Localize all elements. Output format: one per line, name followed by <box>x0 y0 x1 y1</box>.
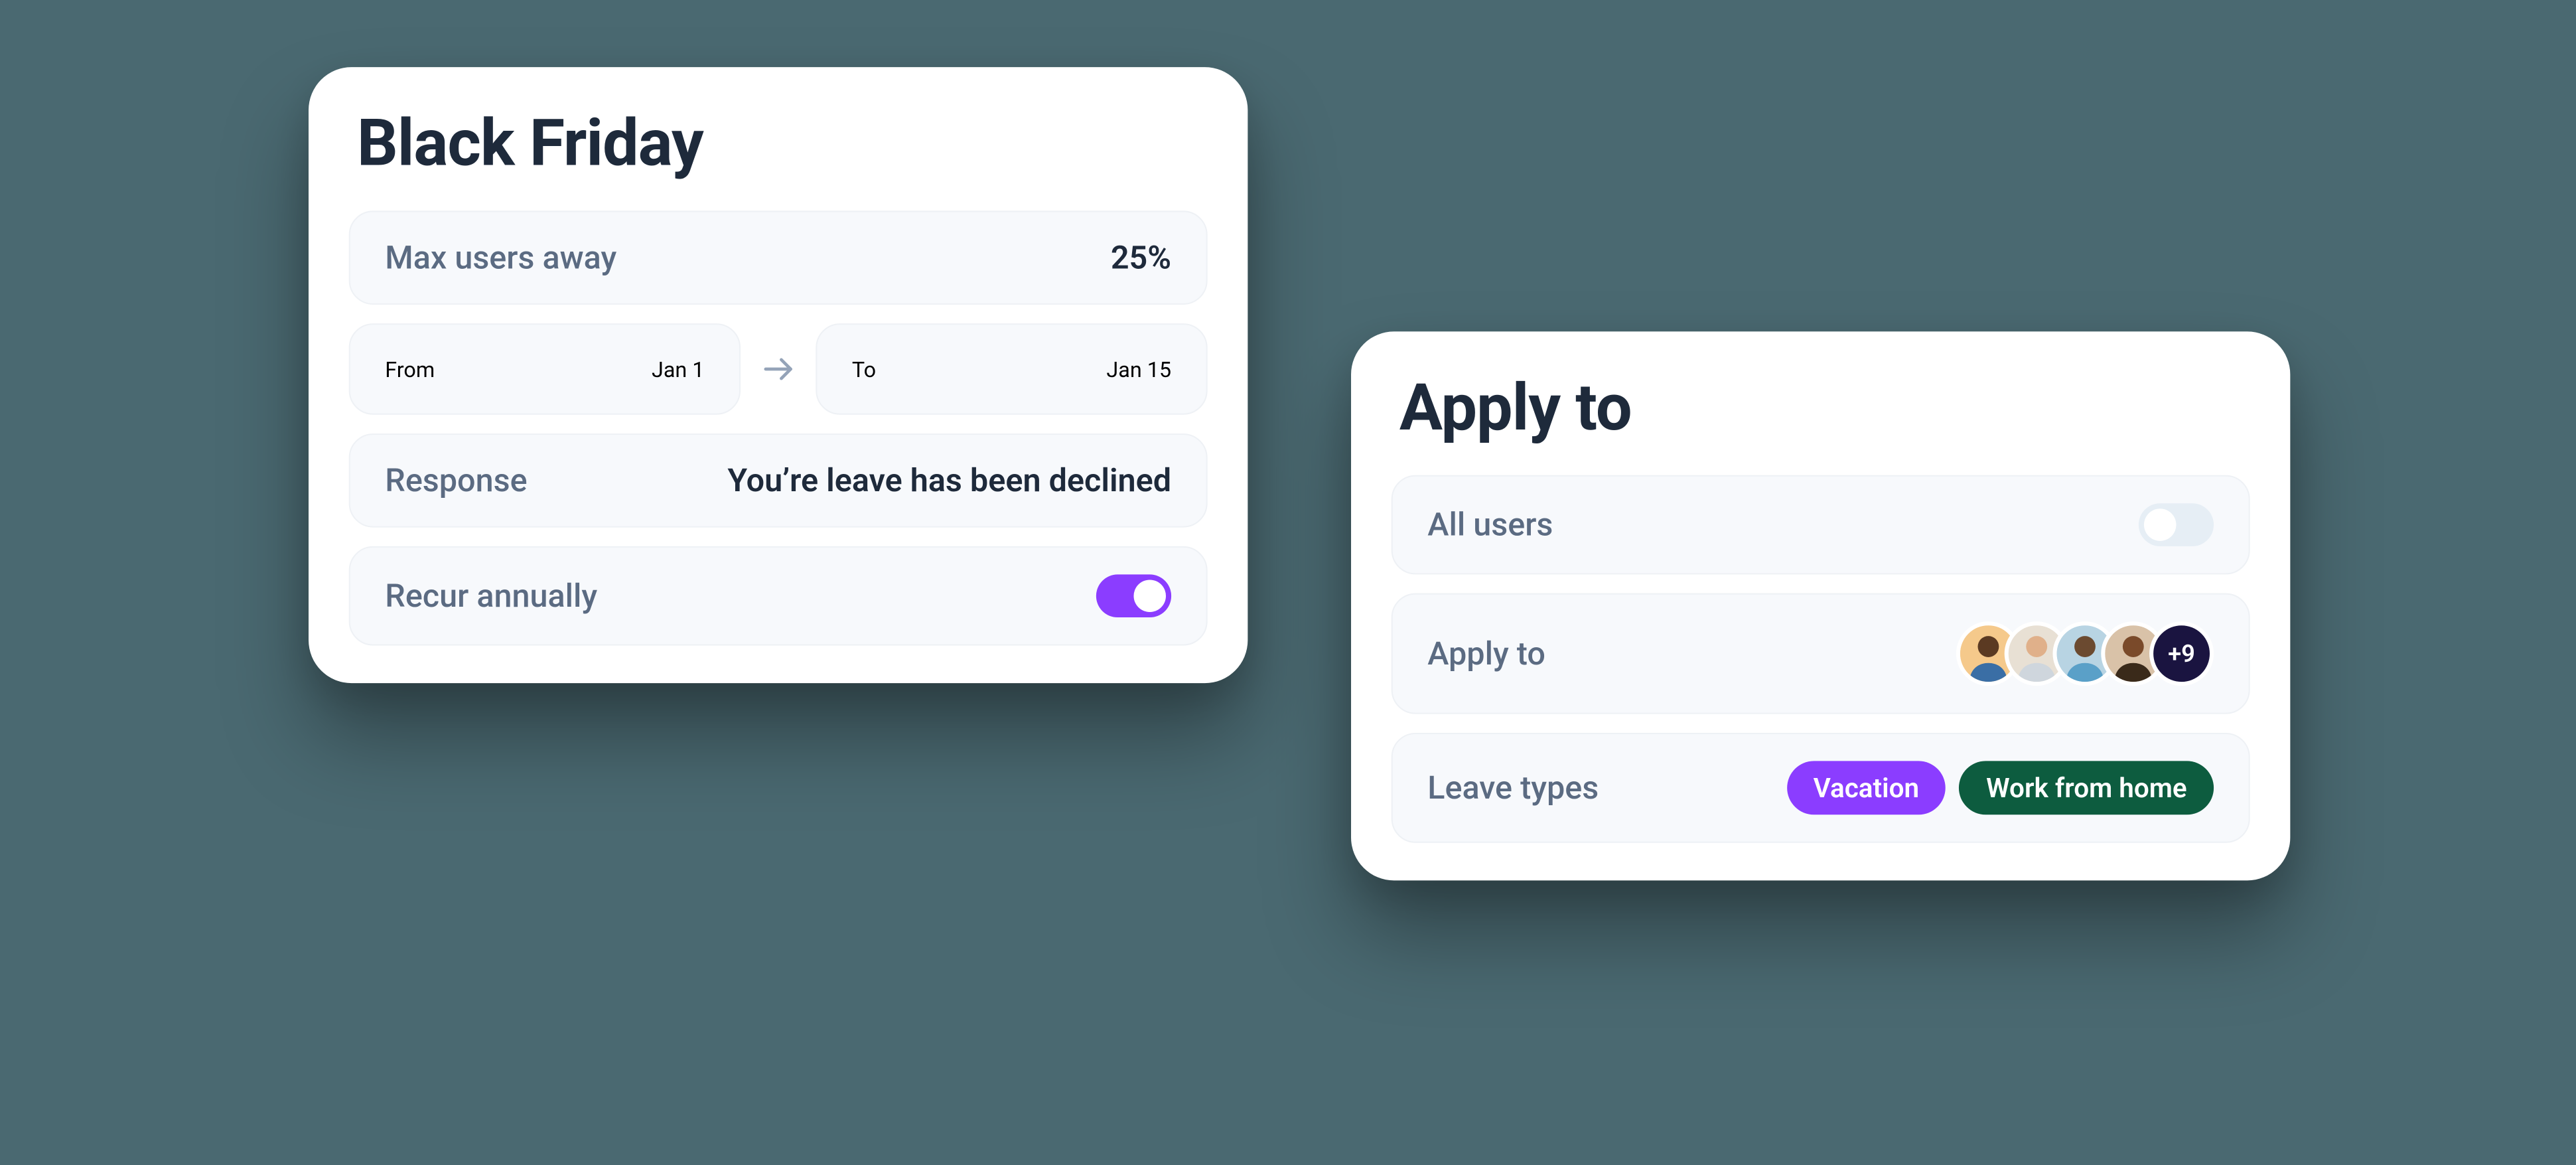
recur-annually-label: Recur annually <box>385 577 597 615</box>
avatar-overflow-badge[interactable]: +9 <box>2149 621 2214 686</box>
avatar-stack: +9 <box>1956 621 2214 686</box>
leave-types-label: Leave types <box>1427 769 1599 807</box>
max-users-away-row[interactable]: Max users away 25% <box>349 210 1208 305</box>
apply-to-users-row[interactable]: Apply to +9 <box>1392 593 2250 714</box>
card-title: Black Friday <box>349 105 1208 181</box>
from-value: Jan 1 <box>652 356 705 382</box>
max-users-away-value: 25% <box>1111 239 1171 277</box>
card-title: Apply to <box>1392 369 2250 445</box>
from-label: From <box>385 356 435 382</box>
response-label: Response <box>385 462 527 500</box>
response-value: You’re leave has been declined <box>727 462 1171 500</box>
leave-type-chips: Vacation Work from home <box>1786 761 2214 815</box>
toggle-knob <box>1133 580 1166 612</box>
all-users-toggle[interactable] <box>2139 503 2214 546</box>
arrow-right-icon <box>759 350 797 388</box>
to-value: Jan 15 <box>1106 356 1171 382</box>
apply-to-label: Apply to <box>1427 635 1545 672</box>
blackout-period-card: Black Friday Max users away 25% From Jan… <box>309 67 1248 683</box>
max-users-away-label: Max users away <box>385 239 616 277</box>
toggle-knob <box>2144 508 2177 541</box>
to-label: To <box>852 356 876 382</box>
from-date-field[interactable]: From Jan 1 <box>349 323 741 414</box>
apply-to-card: Apply to All users Apply to <box>1351 331 2290 880</box>
all-users-label: All users <box>1427 506 1553 544</box>
leave-type-chip[interactable]: Vacation <box>1786 761 1946 815</box>
recur-annually-toggle[interactable] <box>1096 574 1171 617</box>
all-users-row: All users <box>1392 475 2250 575</box>
leave-type-chip[interactable]: Work from home <box>1960 761 2214 815</box>
response-row[interactable]: Response You’re leave has been declined <box>349 433 1208 528</box>
to-date-field[interactable]: To Jan 15 <box>816 323 1207 414</box>
leave-types-row[interactable]: Leave types Vacation Work from home <box>1392 733 2250 843</box>
date-range-group: From Jan 1 To Jan 15 <box>349 323 1208 414</box>
recur-annually-row: Recur annually <box>349 546 1208 646</box>
